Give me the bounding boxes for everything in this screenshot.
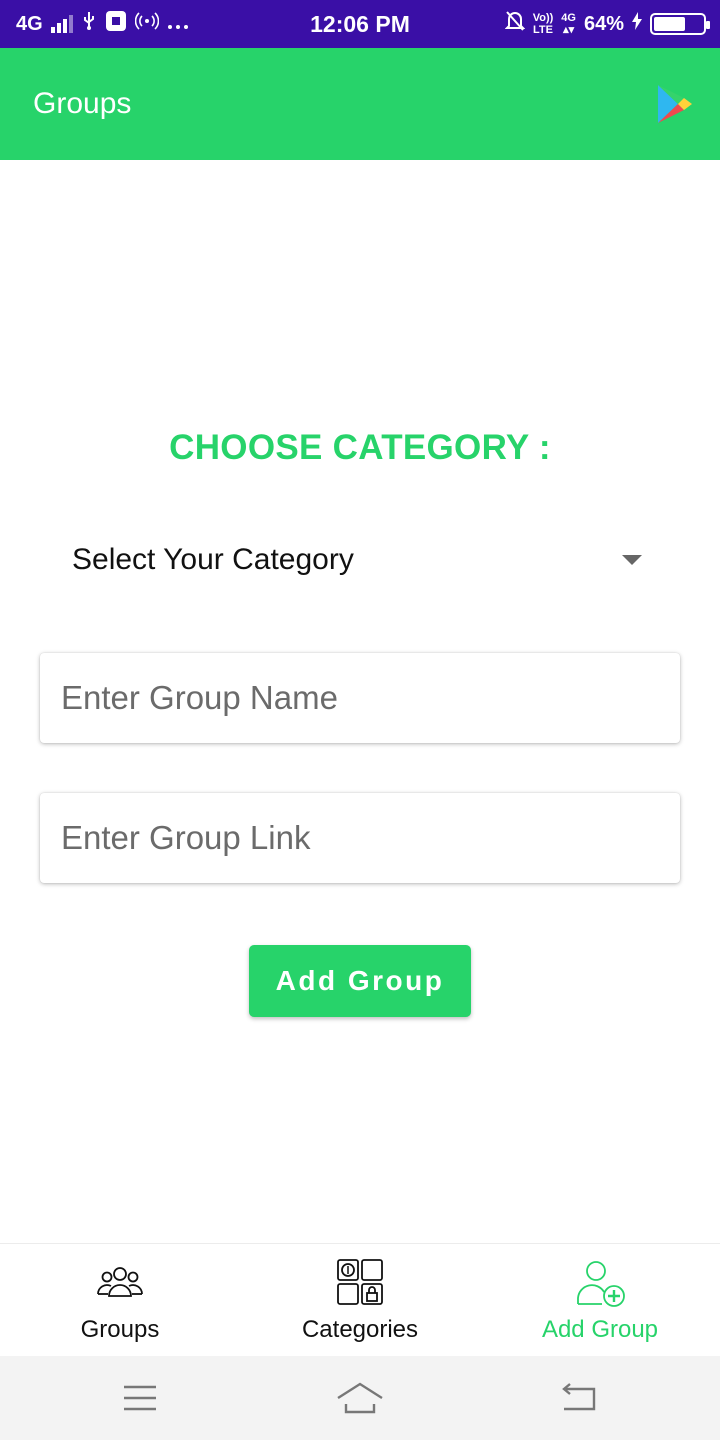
- back-icon[interactable]: [556, 1376, 604, 1420]
- system-navigation-bar: [0, 1356, 720, 1440]
- charging-icon: [632, 12, 642, 36]
- nav-label-groups: Groups: [80, 1316, 160, 1343]
- nav-item-add-group[interactable]: Add Group: [480, 1244, 720, 1357]
- category-select[interactable]: Select Your Category: [40, 530, 680, 590]
- nav-item-categories[interactable]: Categories: [240, 1244, 480, 1357]
- nav-item-groups[interactable]: Groups: [0, 1244, 240, 1357]
- dropdown-arrow-icon: [622, 555, 642, 565]
- category-select-value: Select Your Category: [72, 543, 354, 576]
- add-user-icon: [576, 1258, 625, 1307]
- battery-fill: [654, 17, 685, 31]
- groups-icon: [96, 1258, 144, 1306]
- nav-label-add-group: Add Group: [541, 1316, 659, 1343]
- choose-category-heading: CHOOSE CATEGORY :: [169, 428, 551, 467]
- group-link-input[interactable]: [40, 793, 680, 883]
- home-icon[interactable]: [336, 1376, 384, 1420]
- play-store-icon[interactable]: [656, 84, 694, 124]
- app-bar: Groups: [0, 48, 720, 160]
- mute-notification-icon: [504, 10, 526, 38]
- status-bar: 4G 12:06 PM Vo)) LTE 4G ▴▾ 64%: [0, 0, 720, 48]
- group-name-input[interactable]: [40, 653, 680, 743]
- categories-icon: [336, 1258, 384, 1306]
- group-name-field: [40, 653, 680, 743]
- nav-label-categories: Categories: [301, 1316, 419, 1343]
- page-title: Groups: [33, 87, 132, 120]
- volte-icon: Vo)) LTE: [532, 12, 554, 36]
- recents-icon[interactable]: [116, 1376, 164, 1420]
- add-group-button[interactable]: Add Group: [249, 945, 471, 1017]
- battery-percent: 64%: [583, 12, 624, 35]
- mobile-data-icon: 4G ▴▾: [561, 12, 576, 36]
- battery-icon: [650, 13, 710, 35]
- bottom-navigation: Groups Categories Add Group: [0, 1243, 720, 1356]
- status-right: Vo)) LTE 4G ▴▾ 64%: [504, 0, 710, 48]
- group-link-field: [40, 793, 680, 883]
